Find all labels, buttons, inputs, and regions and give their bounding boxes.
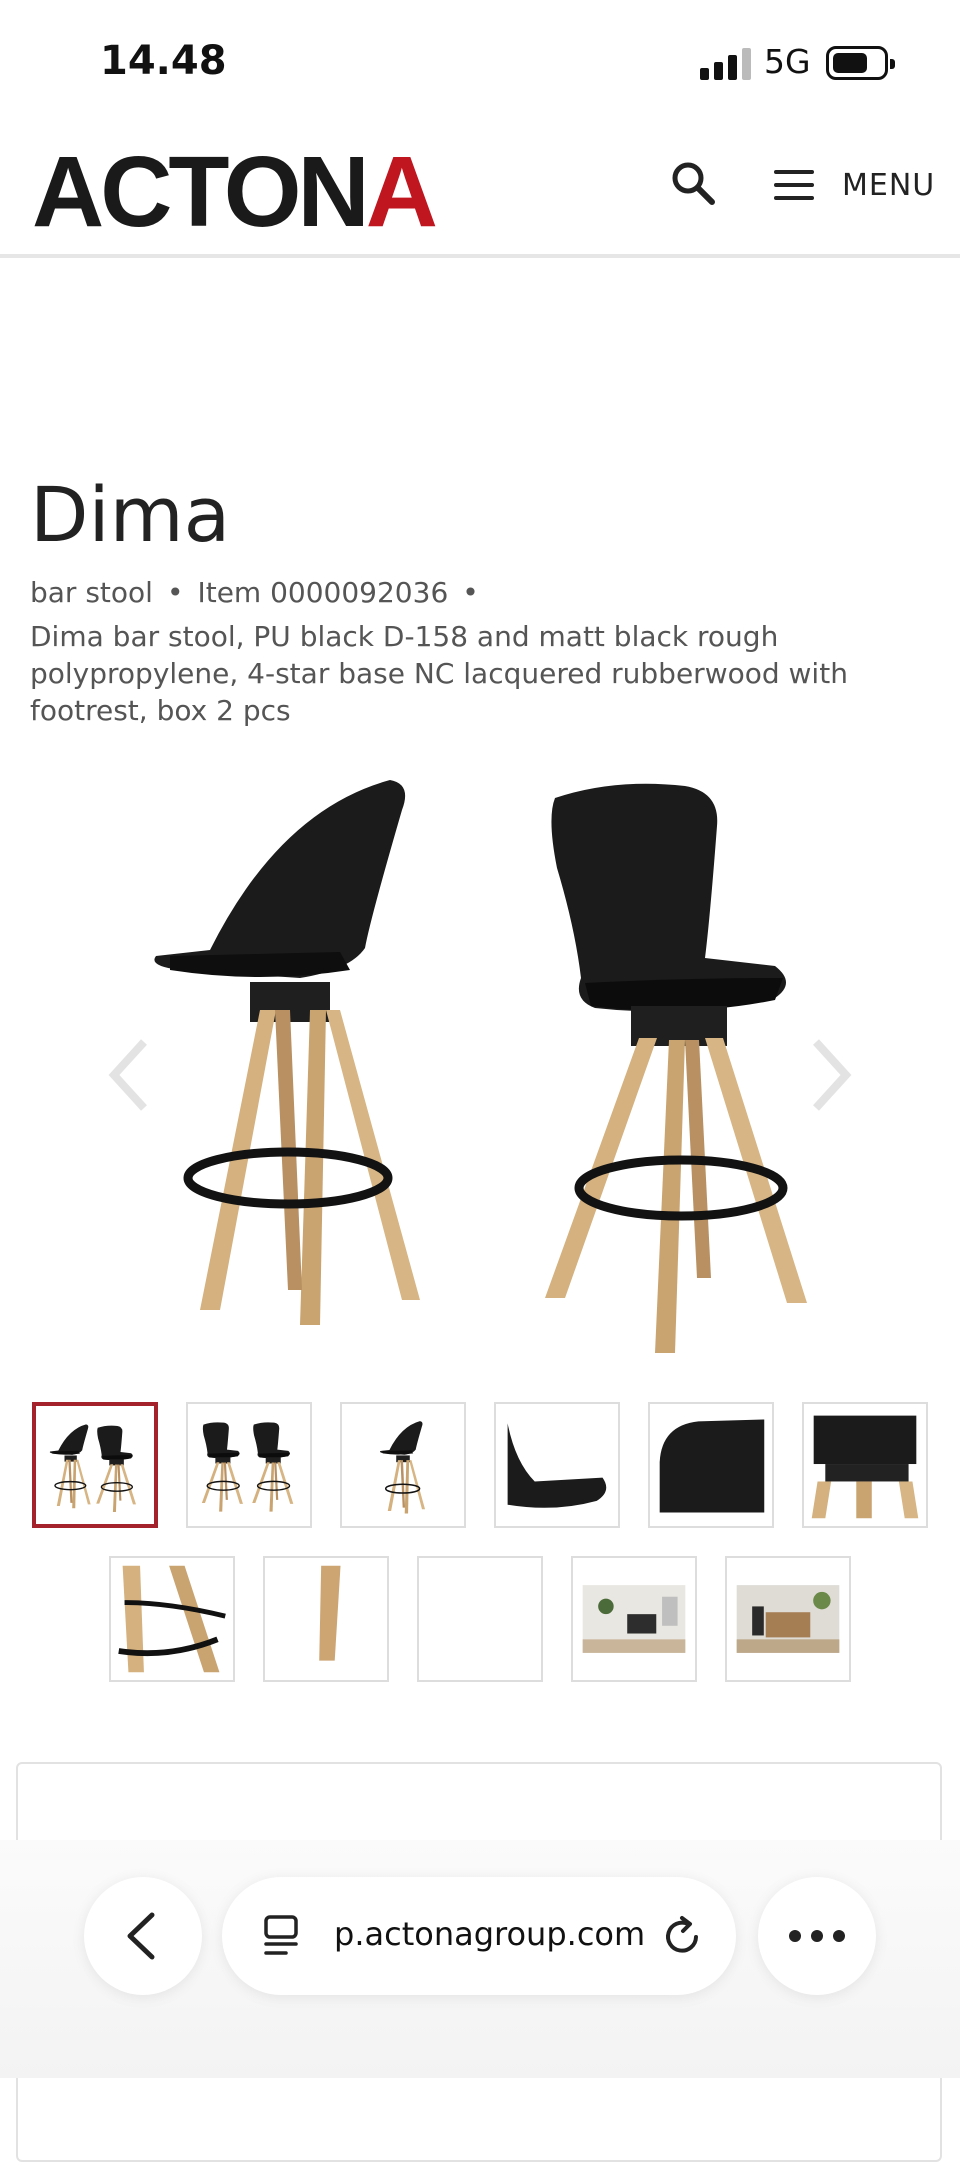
thumbnail-image <box>49 1423 137 1513</box>
thumbnail-6[interactable] <box>802 1402 928 1528</box>
battery-icon <box>826 46 895 80</box>
chevron-right-icon <box>813 1039 852 1111</box>
thumbnail-2[interactable] <box>186 1402 312 1528</box>
thumbnail-image <box>507 1423 607 1508</box>
thumbnail-image <box>379 1420 426 1515</box>
thumbnail-image <box>118 1565 226 1673</box>
thumbnail-9[interactable] <box>417 1556 543 1682</box>
thumbnail-1[interactable] <box>32 1402 158 1528</box>
product-meta: bar stool • Item 0000092036 • <box>30 576 493 609</box>
search-button[interactable] <box>668 158 720 210</box>
thumbnail-11[interactable] <box>725 1556 851 1682</box>
product-category: bar stool <box>30 576 153 609</box>
thumbnail-image <box>659 1419 765 1513</box>
product-title: Dima <box>30 470 231 559</box>
cellular-signal-icon <box>700 48 752 80</box>
network-type: 5G <box>764 42 811 81</box>
product-item-number: Item 0000092036 <box>197 576 449 609</box>
address-bar[interactable]: p.actonagroup.com <box>222 1877 736 1995</box>
url-text: p.actonagroup.com <box>334 1915 646 1953</box>
chevron-left-icon <box>127 1912 155 1960</box>
thumbnail-5[interactable] <box>648 1402 774 1528</box>
thumbnail-image <box>319 1565 341 1661</box>
thumbnail-image <box>582 1585 686 1653</box>
logo-accent: A <box>365 136 438 248</box>
product-description: Dima bar stool, PU black D-158 and matt … <box>30 620 848 727</box>
more-icon <box>789 1930 845 1942</box>
carousel-prev-button[interactable] <box>100 1030 160 1120</box>
thumbnail-image <box>201 1421 295 1513</box>
menu-label: MENU <box>842 168 936 203</box>
tabs-icon <box>264 1915 298 1955</box>
thumbnail-image <box>419 1558 541 1680</box>
thumbnail-8[interactable] <box>263 1556 389 1682</box>
browser-back-button[interactable] <box>84 1877 202 1995</box>
menu-button[interactable]: MENU <box>774 160 934 210</box>
actona-logo[interactable]: ACTONA <box>32 142 438 242</box>
search-icon <box>672 162 715 205</box>
header-divider <box>0 254 960 258</box>
separator-bullet: • <box>166 576 184 609</box>
status-time: 14.48 <box>100 38 227 84</box>
chevron-left-icon <box>108 1039 147 1111</box>
carousel-next-button[interactable] <box>800 1030 860 1120</box>
product-image-carousel[interactable] <box>0 760 960 1370</box>
reload-icon[interactable] <box>658 1911 708 1961</box>
thumbnail-image <box>736 1585 840 1653</box>
thumbnail-4[interactable] <box>494 1402 620 1528</box>
separator-bullet: • <box>462 576 479 609</box>
thumbnail-10[interactable] <box>571 1556 697 1682</box>
thumbnail-3[interactable] <box>340 1402 466 1528</box>
logo-text: ACTON <box>32 136 370 248</box>
browser-more-button[interactable] <box>758 1877 876 1995</box>
hamburger-icon <box>774 170 814 200</box>
thumbnail-7[interactable] <box>109 1556 235 1682</box>
thumbnail-image <box>811 1415 919 1519</box>
